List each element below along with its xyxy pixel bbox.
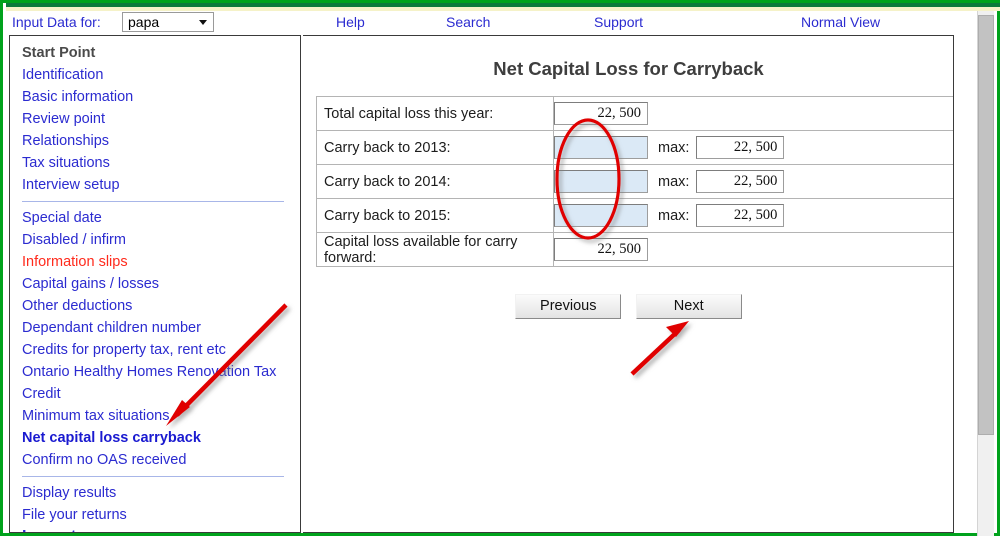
page-title: Net Capital Loss for Carryback: [493, 58, 764, 79]
form-row: Carry back to 2015: max: 22, 500: [316, 198, 953, 233]
sidebar-item-credits-for-property-tax-rent-etc[interactable]: Credits for property tax, rent etc: [22, 339, 300, 361]
form-button-row: Previous Next: [303, 294, 953, 319]
sidebar-item-confirm-no-oas-received[interactable]: Confirm no OAS received: [22, 449, 300, 471]
max-value-carry-back-to-2013: 22, 500: [696, 136, 785, 159]
chevron-down-icon: [199, 20, 207, 25]
sidebar-item-net-capital-loss-carryback[interactable]: Net capital loss carryback: [22, 427, 300, 449]
form-label-total-capital-loss-this-year: Total capital loss this year:: [316, 96, 554, 131]
sidebar-item-display-results[interactable]: Display results: [22, 482, 300, 504]
form-label-carry-back-to-2014: Carry back to 2014:: [316, 164, 554, 199]
sidebar-item-interview-setup[interactable]: Interview setup: [22, 174, 300, 196]
sidebar-item-capital-gains-losses[interactable]: Capital gains / losses: [22, 273, 300, 295]
form-row: Capital loss available for carry forward…: [316, 232, 953, 267]
form-row: Total capital loss this year: 22, 500: [316, 96, 953, 131]
sidebar-item-logout[interactable]: Logout: [22, 526, 300, 532]
content-wrapper: Start Point Identification Basic informati…: [9, 35, 954, 533]
sidebar-item-relationships[interactable]: Relationships: [22, 130, 300, 152]
nav-link-normal-view[interactable]: Normal View: [801, 14, 880, 30]
nav-link-help[interactable]: Help: [336, 14, 365, 30]
sidebar-heading-start-point: Start Point: [22, 45, 96, 61]
form-label-carry-back-to-2013: Carry back to 2013:: [316, 130, 554, 165]
sidebar-navigation: Start Point Identification Basic informati…: [9, 35, 301, 533]
form-field-cell: max: 22, 500: [553, 164, 953, 199]
sidebar-item-minimum-tax-situations[interactable]: Minimum tax situations: [22, 405, 300, 427]
readonly-value-total-capital-loss-this-year: 22, 500: [554, 102, 648, 125]
user-select-value: papa: [128, 14, 160, 30]
sidebar-divider: [22, 476, 284, 477]
readonly-value-capital-loss-available-for-carry-forward: 22, 500: [554, 238, 648, 261]
form-field-cell: max: 22, 500: [553, 130, 953, 165]
input-carry-back-to-2013[interactable]: [554, 136, 648, 159]
sidebar-item-special-date[interactable]: Special date: [22, 207, 300, 229]
sidebar-item-disabled-infirm[interactable]: Disabled / infirm: [22, 229, 300, 251]
next-button[interactable]: Next: [635, 294, 742, 319]
header-bar: Input Data for: papa Help Search Support…: [6, 11, 954, 35]
previous-button[interactable]: Previous: [515, 294, 622, 319]
max-value-carry-back-to-2015: 22, 500: [696, 204, 785, 227]
sidebar-item-file-your-returns[interactable]: File your returns: [22, 504, 300, 526]
max-label: max:: [658, 207, 690, 224]
sidebar-item-review-point[interactable]: Review point: [22, 108, 300, 130]
input-carry-back-to-2014[interactable]: [554, 170, 648, 193]
input-carry-back-to-2015[interactable]: [554, 204, 648, 227]
form-row: Carry back to 2013: max: 22, 500: [316, 130, 953, 165]
carryback-form-table: Total capital loss this year: 22, 500 Carr…: [316, 96, 953, 267]
max-label: max:: [658, 173, 690, 190]
sidebar-item-dependant-children-number[interactable]: Dependant children number: [22, 317, 300, 339]
form-row: Carry back to 2014: max: 22, 500: [316, 164, 953, 199]
sidebar-item-tax-situations[interactable]: Tax situations: [22, 152, 300, 174]
form-field-cell: 22, 500: [553, 232, 953, 267]
form-label-capital-loss-available-for-carry-forward: Capital loss available for carry forward…: [316, 232, 554, 267]
nav-link-search[interactable]: Search: [446, 14, 490, 30]
sidebar-item-identification[interactable]: Identification: [22, 64, 300, 86]
user-select-dropdown[interactable]: papa: [122, 12, 214, 32]
sidebar-item-other-deductions[interactable]: Other deductions: [22, 295, 300, 317]
scrollbar-thumb[interactable]: [978, 15, 994, 435]
form-field-cell: 22, 500: [553, 96, 953, 131]
main-panel: Net Capital Loss for Carryback Total cap…: [303, 35, 954, 533]
sidebar-item-ontario-healthy-homes-renovation-tax-credit[interactable]: Ontario Healthy Homes Renovation Tax Cre…: [22, 361, 300, 405]
max-label: max:: [658, 139, 690, 156]
sidebar-divider: [22, 201, 284, 202]
input-data-label: Input Data for:: [12, 14, 101, 30]
application-frame: Input Data for: papa Help Search Support…: [0, 0, 1000, 536]
nav-link-support[interactable]: Support: [594, 14, 643, 30]
sidebar-item-information-slips[interactable]: Information slips: [22, 251, 300, 273]
sidebar-item-basic-information[interactable]: Basic information: [22, 86, 300, 108]
max-value-carry-back-to-2014: 22, 500: [696, 170, 785, 193]
vertical-scrollbar[interactable]: [977, 11, 994, 536]
form-label-carry-back-to-2015: Carry back to 2015:: [316, 198, 554, 233]
form-field-cell: max: 22, 500: [553, 198, 953, 233]
